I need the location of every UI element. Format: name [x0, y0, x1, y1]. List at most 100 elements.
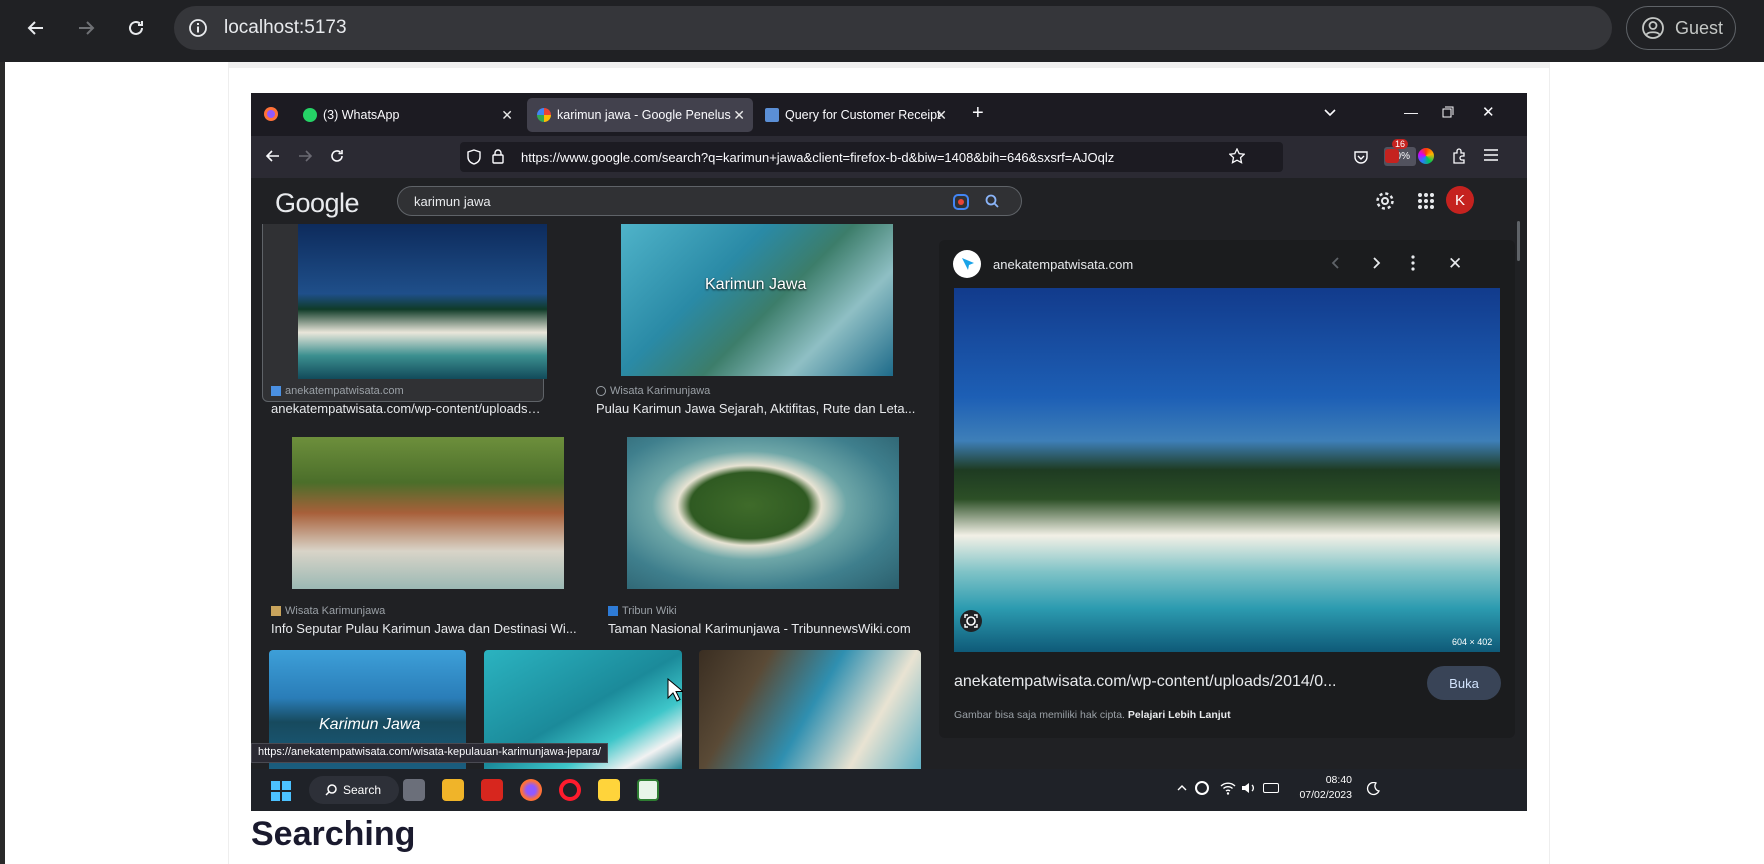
- profile-button[interactable]: Guest: [1626, 6, 1736, 50]
- chevron-left-icon[interactable]: [1329, 256, 1343, 270]
- file-explorer-icon[interactable]: [442, 779, 464, 801]
- close-tab-icon[interactable]: ✕: [935, 107, 947, 124]
- opera-icon[interactable]: [559, 779, 581, 801]
- focus-moon-icon[interactable]: [1366, 782, 1380, 796]
- lens-icon[interactable]: [952, 193, 970, 211]
- color-extension-icon[interactable]: [1418, 148, 1434, 164]
- profile-label: Guest: [1675, 17, 1724, 38]
- result-caption[interactable]: anekatempatwisata.com/wp-content/uploads…: [271, 401, 541, 416]
- site-logo-icon: [953, 250, 981, 278]
- close-window-icon[interactable]: ✕: [1482, 103, 1495, 121]
- image-preview-panel: anekatempatwisata.com ✕ 604 × 402 anekat…: [939, 240, 1515, 738]
- image-dimensions: 604 × 402: [1452, 637, 1493, 647]
- clock-time: 08:40: [1325, 774, 1352, 786]
- image-overlay-text: Karimun Jawa: [319, 716, 421, 733]
- notepad-icon[interactable]: [637, 779, 659, 801]
- battery-icon[interactable]: [1263, 783, 1279, 793]
- back-icon[interactable]: [265, 148, 281, 164]
- reload-icon[interactable]: [329, 148, 345, 164]
- chevron-up-icon[interactable]: [1176, 782, 1188, 794]
- result-caption[interactable]: Info Seputar Pulau Karimun Jawa dan Dest…: [271, 621, 581, 636]
- sticky-notes-icon[interactable]: [598, 779, 620, 801]
- reload-icon[interactable]: [120, 12, 152, 44]
- search-query: karimun jawa: [414, 194, 491, 209]
- result-source[interactable]: Wisata Karimunjawa: [596, 385, 710, 397]
- preview-link[interactable]: anekatempatwisata.com/wp-content/uploads…: [954, 673, 1336, 691]
- result-source[interactable]: Tribun Wiki: [608, 605, 677, 617]
- result-source-label: Wisata Karimunjawa: [610, 385, 711, 397]
- tab-query[interactable]: Query for Customer Receipt De ✕: [755, 98, 955, 132]
- sync-icon[interactable]: [1195, 781, 1209, 795]
- result-source-label: Tribun Wiki: [622, 605, 677, 617]
- address-bar[interactable]: localhost:5173: [174, 6, 1612, 50]
- learn-more-link[interactable]: Pelajari Lebih Lanjut: [1128, 709, 1231, 721]
- site-favicon-icon: [271, 386, 281, 396]
- result-image[interactable]: [298, 224, 547, 379]
- close-tab-icon[interactable]: ✕: [501, 107, 513, 124]
- globe-icon: [596, 386, 606, 396]
- tab-whatsapp[interactable]: (3) WhatsApp ✕: [293, 98, 521, 132]
- firefox-taskbar-icon[interactable]: [520, 779, 542, 801]
- extension-icon[interactable]: [1385, 149, 1399, 163]
- address-text: localhost:5173: [224, 17, 347, 38]
- whatsapp-icon: [303, 108, 317, 122]
- volume-icon[interactable]: [1241, 781, 1257, 795]
- wps-office-icon[interactable]: [481, 779, 503, 801]
- result-caption[interactable]: Pulau Karimun Jawa Sejarah, Aktifitas, R…: [596, 401, 916, 416]
- result-source[interactable]: anekatempatwisata.com: [271, 385, 404, 397]
- result-image[interactable]: Karimun Jawa: [621, 224, 893, 376]
- preview-image[interactable]: 604 × 402: [954, 288, 1500, 652]
- clock-date: 07/02/2023: [1299, 789, 1352, 801]
- forward-icon[interactable]: [70, 12, 102, 44]
- close-tab-icon[interactable]: ✕: [733, 107, 745, 124]
- firefox-icon[interactable]: [263, 106, 279, 122]
- windows-start-icon[interactable]: [271, 781, 291, 801]
- back-icon[interactable]: [20, 12, 52, 44]
- task-view-icon[interactable]: [403, 779, 425, 801]
- more-options-icon[interactable]: [1410, 255, 1416, 271]
- site-info-icon[interactable]: [188, 18, 208, 38]
- wifi-icon[interactable]: [1220, 781, 1236, 795]
- tab-label: Query for Customer Receipt De: [785, 108, 945, 122]
- lock-icon[interactable]: [492, 149, 504, 164]
- preview-site-name[interactable]: anekatempatwisata.com: [993, 257, 1133, 272]
- address-bar[interactable]: https://www.google.com/search?q=karimun+…: [460, 142, 1417, 172]
- tab-google[interactable]: karimun jawa - Google Penelus ✕: [527, 98, 753, 132]
- result-caption[interactable]: Taman Nasional Karimunjawa - TribunnewsW…: [608, 621, 928, 636]
- bookmark-star-icon[interactable]: [1229, 148, 1245, 164]
- pocket-icon[interactable]: [1353, 149, 1369, 165]
- tab-label: karimun jawa - Google Penelus: [557, 108, 731, 122]
- chevron-right-icon[interactable]: [1369, 256, 1383, 270]
- google-logo[interactable]: Google: [275, 188, 360, 219]
- close-icon[interactable]: ✕: [1448, 254, 1462, 274]
- lens-search-icon[interactable]: [960, 610, 982, 632]
- restore-icon[interactable]: [1442, 106, 1454, 118]
- menu-icon[interactable]: [1484, 149, 1498, 161]
- new-tab-icon[interactable]: +: [972, 102, 984, 125]
- chevron-down-icon[interactable]: [1323, 106, 1337, 120]
- open-button[interactable]: Buka: [1427, 666, 1501, 700]
- result-source[interactable]: Wisata Karimunjawa: [271, 605, 385, 617]
- search-input[interactable]: karimun jawa: [397, 186, 1022, 216]
- result-image[interactable]: [699, 650, 921, 769]
- google-header: Google karimun jawa K: [251, 178, 1527, 224]
- apps-grid-icon[interactable]: [1417, 192, 1435, 210]
- avatar[interactable]: K: [1446, 186, 1474, 214]
- minimize-icon[interactable]: —: [1404, 104, 1418, 120]
- result-image[interactable]: [627, 437, 899, 589]
- site-favicon-icon: [608, 606, 618, 616]
- extensions-puzzle-icon[interactable]: [1451, 148, 1467, 164]
- taskbar: Search 08:40 07/02/2023: [251, 769, 1527, 811]
- google-favicon-icon: [537, 108, 551, 122]
- result-image[interactable]: [292, 437, 564, 589]
- settings-gear-icon[interactable]: [1375, 191, 1395, 211]
- search-icon[interactable]: [985, 194, 999, 208]
- clock[interactable]: 08:40 07/02/2023: [1294, 773, 1352, 803]
- forward-icon[interactable]: [297, 148, 313, 164]
- scrollbar[interactable]: [1517, 221, 1520, 261]
- status-url: https://anekatempatwisata.com/wisata-kep…: [251, 743, 609, 763]
- taskbar-search-button[interactable]: Search: [309, 776, 399, 804]
- shield-icon[interactable]: [467, 149, 481, 165]
- window-edge: [0, 62, 5, 864]
- site-favicon-icon: [271, 606, 281, 616]
